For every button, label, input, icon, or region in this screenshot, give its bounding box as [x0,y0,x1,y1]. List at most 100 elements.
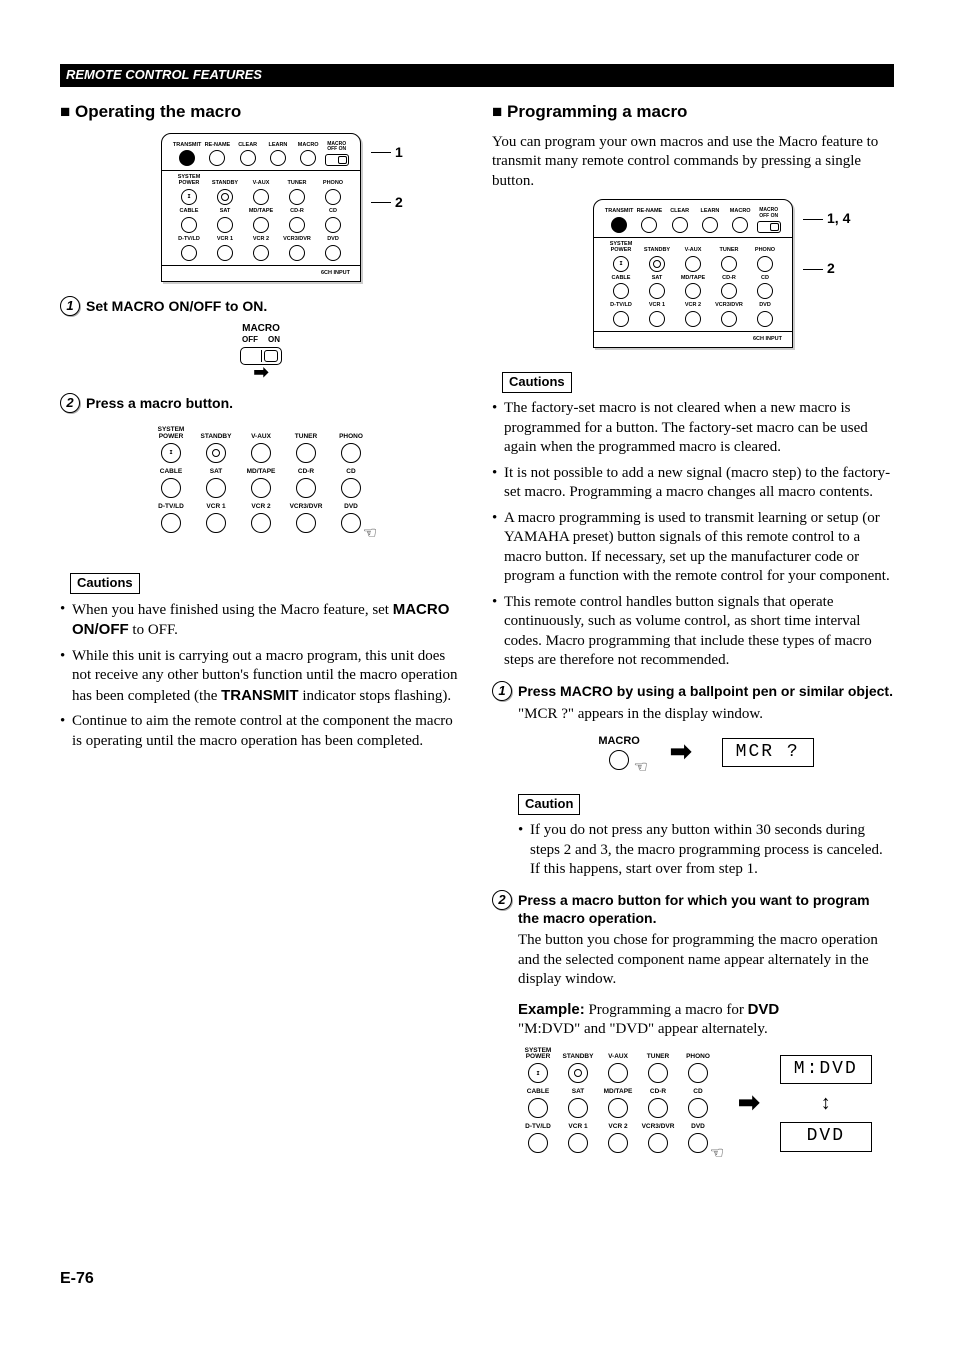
g-btn-icon [161,443,181,463]
lbl-cdr: CD-R [290,209,304,215]
g-btn-icon [528,1063,548,1083]
g-lbl: V-AUX [251,434,271,441]
label-6ch-input: 6CH INPUT [172,270,350,281]
example-text: Programming a macro for [585,1002,748,1018]
macro-on: ON [771,213,779,219]
left-column: Operating the macro TRANSMIT RE-NAME CLE… [60,101,462,1159]
g-btn-icon [296,478,316,498]
g-lbl: V-AUX [608,1054,628,1061]
lbl-vcr3dvr: VCR3/DVR [283,237,311,243]
left-step2-text: Press a macro button. [86,394,233,412]
lbl: SAT [652,276,663,282]
g-lbl: SYSTEM POWER [518,1048,558,1062]
btn-icon [721,283,737,299]
example-diagram: SYSTEM POWER STANDBY V-AUX TUNER PHONO C… [518,1048,894,1159]
button-rename-icon [641,217,657,233]
caution-text: to OFF. [129,622,178,638]
lbl: CD [761,276,769,282]
left-section-title: Operating the macro [60,101,462,123]
g-lbl: VCR3/DVR [642,1124,675,1131]
caution-item: If you do not press any button within 30… [518,821,894,880]
caution-text: indicator stops flashing). [299,688,451,704]
g-btn-icon [161,478,181,498]
g-btn-icon [528,1133,548,1153]
btn-mdtape-icon [253,217,269,233]
right-cautions-list: The factory-set macro is not cleared whe… [492,399,894,671]
g-btn-icon [251,513,271,533]
macro-label: MACRO [221,322,301,335]
g-lbl: CABLE [527,1089,549,1096]
btn-standby-icon [217,189,233,205]
g-btn-icon [251,443,271,463]
g-btn-icon [608,1098,628,1118]
callout-2: 2 [827,259,835,277]
example-dvd: DVD [748,1001,780,1018]
arrow-right-icon: ➡ [738,1086,760,1120]
btn-icon [613,256,629,272]
lbl-cable: CABLE [180,209,199,215]
label-learn: LEARN [700,209,719,215]
btn-icon [613,283,629,299]
lbl: STANDBY [644,248,670,254]
macro-button-icon [609,750,629,770]
lbl: VCR 2 [685,303,701,309]
g-lbl: CD-R [650,1089,666,1096]
button-learn-icon [270,150,286,166]
lbl: CD-R [722,276,736,282]
g-btn-icon [341,443,361,463]
lbl-vaux: V-AUX [253,181,270,187]
g-lbl: DVD [344,504,358,511]
btn-icon [757,311,773,327]
g-lbl: SAT [572,1089,585,1096]
btn-icon [685,311,701,327]
g-btn-icon [296,513,316,533]
button-learn-icon [702,217,718,233]
g-lbl: MD/TAPE [247,469,276,476]
right-step-2: 2 Press a macro button for which you wan… [492,890,894,927]
lbl-mdtape: MD/TAPE [249,209,273,215]
step-number-icon: 1 [60,296,80,316]
caution-text: Continue to aim the remote control at th… [72,713,453,749]
label-rename: RE-NAME [205,143,231,149]
lbl: V-AUX [685,248,702,254]
right-step1-text: Press MACRO by using a ballpoint pen or … [518,682,893,700]
g-lbl: CD-R [298,469,314,476]
lbl-dvd: DVD [327,237,339,243]
header-bar: REMOTE CONTROL FEATURES [60,64,894,87]
macro-off: OFF [759,213,769,219]
caution-item: A macro programming is used to transmit … [492,509,894,587]
g-btn-icon [341,513,361,533]
btn-syspower-icon [181,189,197,205]
right-step-1: 1 Press MACRO by using a ballpoint pen o… [492,681,894,701]
g-btn-icon [568,1133,588,1153]
right-remote-diagram: TRANSMIT RE-NAME CLEAR LEARN MACRO MACRO… [492,199,894,348]
switch-icon [240,347,282,365]
caution-bold: TRANSMIT [221,687,299,704]
g-lbl: VCR 2 [608,1124,627,1131]
btn-vaux-icon [253,189,269,205]
g-btn-icon [648,1133,668,1153]
btn-icon [613,311,629,327]
lbl-dtvld: D-TV/LD [178,237,200,243]
lbl: MD/TAPE [681,276,705,282]
right-step1-body: "MCR ?" appears in the display window. [518,705,894,725]
hand-pointer-icon: ☜ [634,758,648,779]
btn-icon [649,283,665,299]
label-rename: RE-NAME [637,209,663,215]
btn-icon [685,256,701,272]
right-cautions-label: Cautions [502,372,572,393]
lbl-sat: SAT [220,209,231,215]
remote-outline: TRANSMIT RE-NAME CLEAR LEARN MACRO MACRO… [161,133,361,282]
label-transmit: TRANSMIT [173,143,201,149]
left-step1-text: Set MACRO ON/OFF to ON. [86,297,267,315]
caution-text: When you have finished using the Macro f… [72,602,393,618]
caution-item: When you have finished using the Macro f… [60,600,462,641]
lcd-stack: M:DVD ↕ DVD [780,1055,872,1152]
callout-2: 2 [395,193,403,211]
btn-icon [721,256,737,272]
macro-on: ON [339,146,347,152]
callout-1: 1 [395,143,403,161]
label-transmit: TRANSMIT [605,209,633,215]
g-lbl: TUNER [647,1054,669,1061]
left-step-1: 1 Set MACRO ON/OFF to ON. [60,296,462,316]
